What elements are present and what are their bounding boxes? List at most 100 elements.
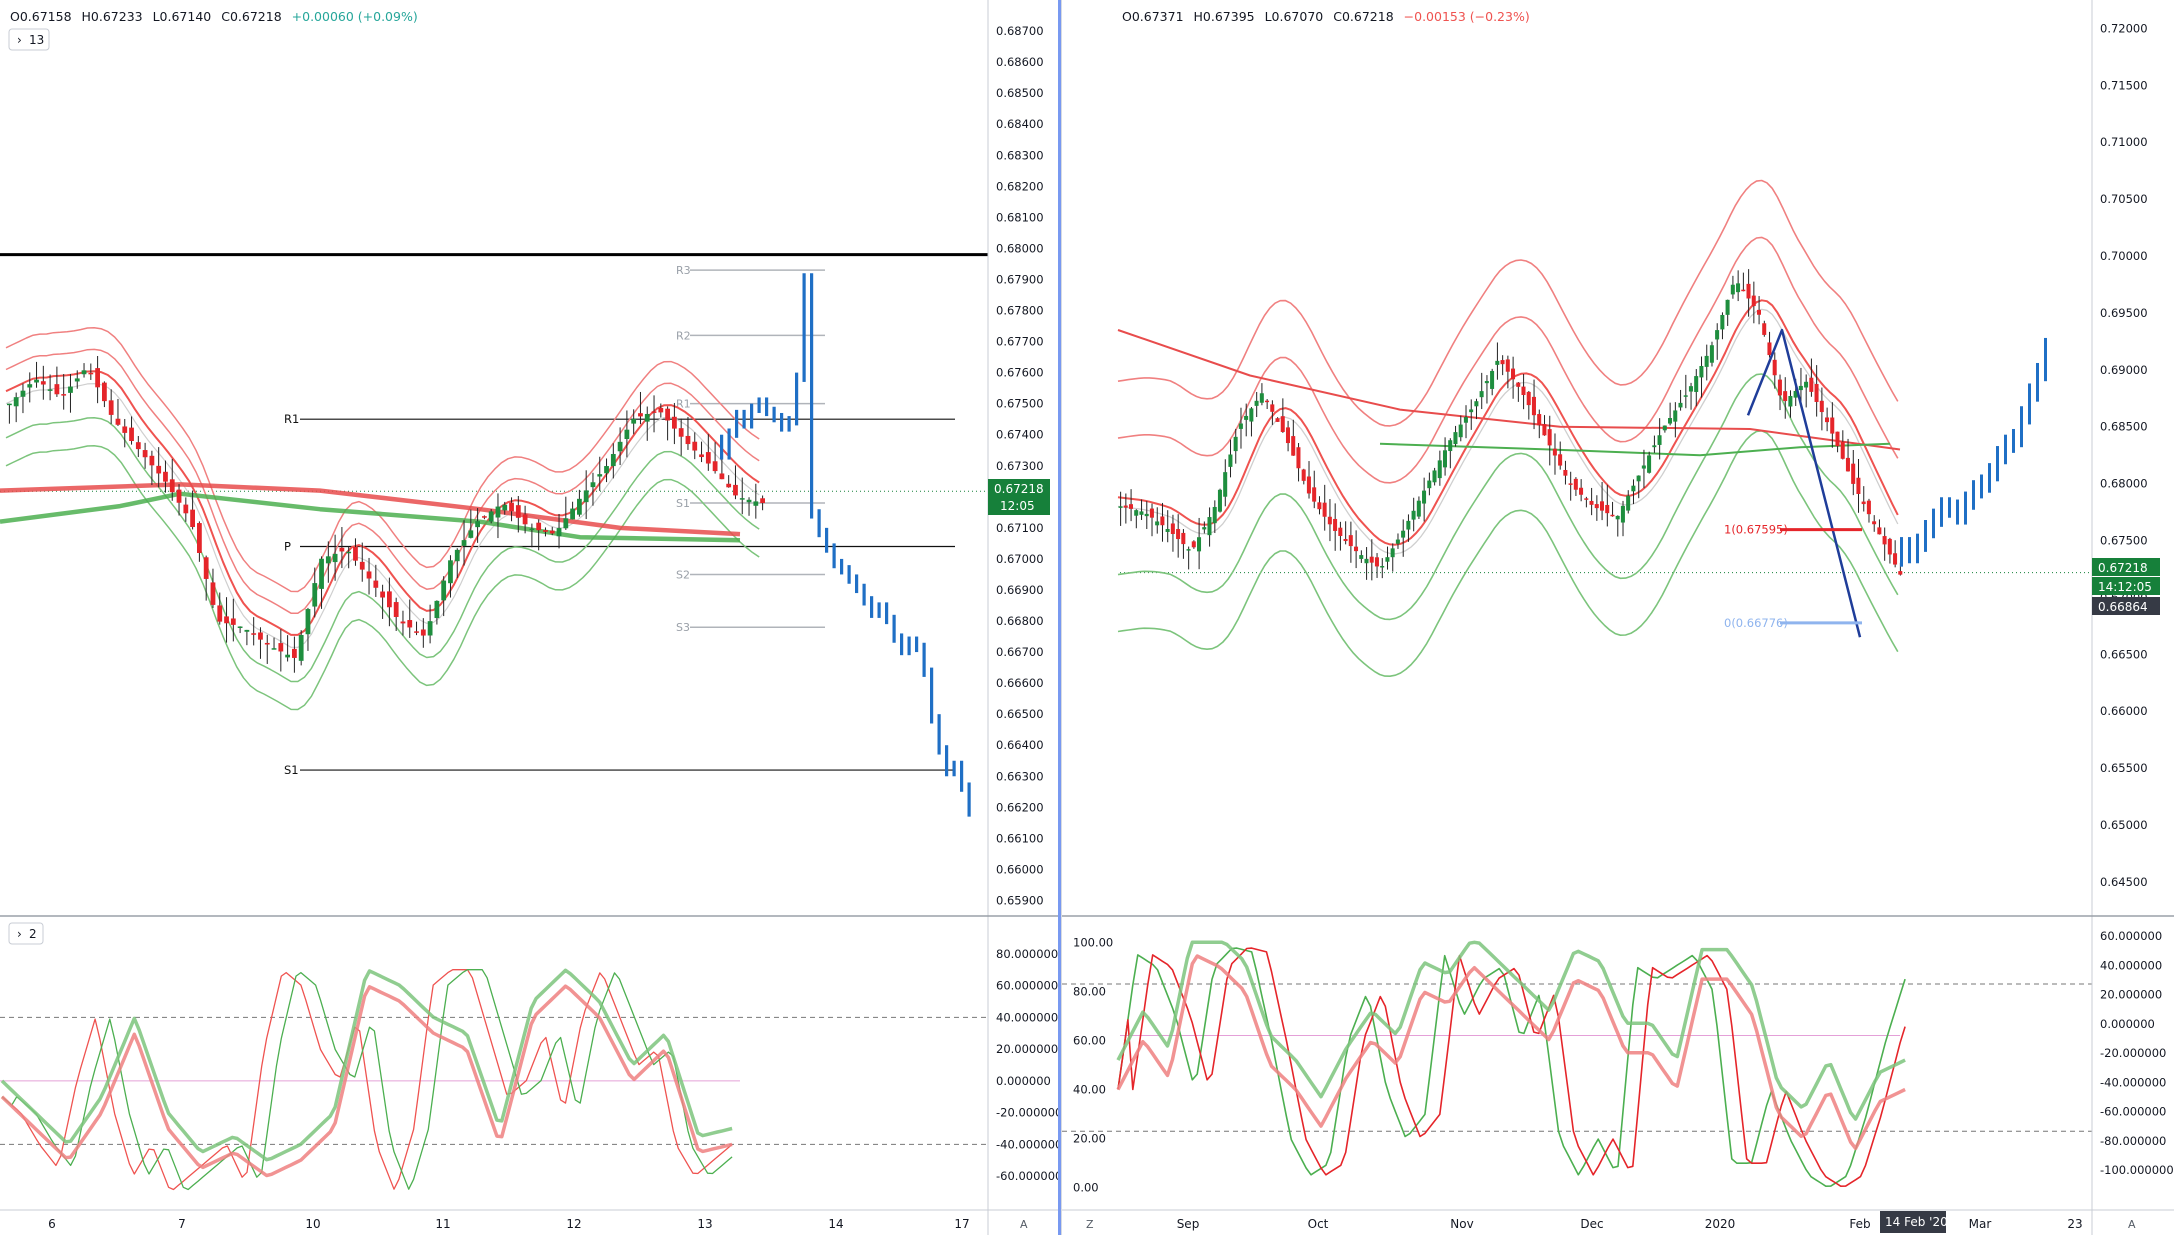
svg-text:0.66864: 0.66864 bbox=[2098, 600, 2148, 614]
candle-body bbox=[434, 600, 440, 619]
collapse-oscillator-button[interactable]: › 2 bbox=[8, 922, 44, 945]
candle-body bbox=[1348, 535, 1353, 547]
candle-body bbox=[1845, 457, 1850, 472]
candle-body bbox=[604, 466, 609, 474]
candle-body bbox=[115, 418, 121, 425]
projection-bar bbox=[1924, 520, 1927, 552]
candle-body bbox=[712, 461, 718, 472]
price-tick-label: 0.68400 bbox=[996, 117, 1044, 131]
candle-body bbox=[638, 413, 643, 417]
candle-body bbox=[319, 558, 324, 589]
right-osc-axis[interactable]: 60.000000 40.000000 20.000000 0.000000 -20.0… bbox=[2100, 929, 2174, 1177]
candle-body bbox=[1563, 469, 1568, 476]
projection-bar bbox=[922, 642, 926, 677]
candle-body bbox=[1668, 418, 1673, 424]
osc-tick-label: -20.000000 bbox=[996, 1106, 1062, 1120]
price-tick-label: 0.66700 bbox=[996, 645, 1044, 659]
projection-bar bbox=[1964, 491, 1967, 525]
svg-text:12:05: 12:05 bbox=[1000, 499, 1035, 513]
candle-body bbox=[1479, 391, 1484, 398]
right-price-axis[interactable]: 0.72000 0.71500 0.71000 0.70500 0.70000 0.695… bbox=[2100, 21, 2148, 888]
candle-body bbox=[488, 511, 494, 522]
candle-body bbox=[1301, 469, 1306, 481]
osc-slow-red bbox=[1116, 954, 1906, 1151]
candle-body bbox=[278, 643, 284, 652]
candle-body bbox=[441, 580, 447, 601]
candle-body bbox=[1474, 401, 1479, 407]
candle-body bbox=[719, 473, 725, 480]
price-tick-label: 0.69000 bbox=[2100, 363, 2148, 377]
left-price-plot-area[interactable] bbox=[0, 0, 988, 916]
candle-body bbox=[1275, 418, 1280, 422]
candle-body bbox=[1751, 295, 1756, 307]
candle-body bbox=[1453, 432, 1458, 445]
candle-body bbox=[515, 505, 521, 518]
candle-body bbox=[1741, 289, 1746, 292]
projection-bar bbox=[742, 409, 746, 429]
candle-body bbox=[577, 498, 582, 515]
candle-body bbox=[1191, 541, 1196, 548]
projection-bar bbox=[1980, 474, 1983, 499]
candle-body bbox=[407, 620, 413, 628]
left-time-axis[interactable]: 6 7 10 11 12 13 14 17 bbox=[48, 1217, 969, 1231]
candle-body bbox=[1704, 355, 1709, 367]
projection-bar bbox=[892, 614, 896, 643]
candle-body bbox=[1170, 523, 1175, 535]
candle-body bbox=[353, 547, 358, 561]
candle-body bbox=[142, 450, 148, 458]
chart-workspace[interactable]: R3 R2 R1 S1 S2 S3 0.68700 0.68600 0.68500 0.6840… bbox=[0, 0, 2174, 1235]
candle-body bbox=[1804, 381, 1809, 388]
candle-body bbox=[1694, 376, 1699, 392]
candle-body bbox=[190, 509, 195, 528]
right-chart-panel[interactable]: 1(0.67595) 0(0.66776) 0.72000 0.71500 0.710… bbox=[1062, 0, 2174, 1235]
candle-body bbox=[1647, 455, 1652, 473]
price-tick-label: 0.71000 bbox=[2100, 135, 2148, 149]
candle-body bbox=[746, 499, 752, 503]
candle-body bbox=[400, 621, 406, 624]
projection-bar bbox=[2028, 383, 2031, 425]
candle-body bbox=[1882, 536, 1887, 545]
right-price-plot-area[interactable] bbox=[1062, 0, 2092, 916]
candle-body bbox=[1280, 416, 1285, 432]
price-tick-label: 0.70000 bbox=[2100, 249, 2148, 263]
left-price-axis[interactable]: 0.68700 0.68600 0.68500 0.68400 0.68300 0.682… bbox=[996, 24, 1044, 907]
candle-body bbox=[1202, 527, 1207, 530]
osc-left-tick-label: 40.00 bbox=[1073, 1083, 1106, 1097]
left-oscillator-plot-area[interactable] bbox=[0, 916, 988, 1210]
candle-body bbox=[1736, 283, 1741, 293]
collapse-indicators-button[interactable]: › 13 bbox=[8, 28, 50, 51]
right-auto-scale-button[interactable]: A bbox=[2128, 1218, 2136, 1231]
price-tick-label: 0.66500 bbox=[2100, 647, 2148, 661]
candle-body bbox=[1118, 506, 1123, 508]
osc-tick-label: 40.000000 bbox=[2100, 958, 2162, 972]
candle-body bbox=[74, 378, 80, 382]
candle-body bbox=[271, 648, 277, 650]
left-chart-panel[interactable]: R3 R2 R1 S1 S2 S3 0.68700 0.68600 0.68500 0.6840… bbox=[0, 0, 1062, 1235]
left-auto-scale-button[interactable]: A bbox=[1020, 1218, 1028, 1231]
candle-body bbox=[1599, 501, 1604, 511]
candle-body bbox=[359, 561, 365, 570]
candle-body bbox=[1317, 502, 1322, 510]
price-tick-label: 0.66000 bbox=[2100, 704, 2148, 718]
price-tick-label: 0.64500 bbox=[2100, 875, 2148, 889]
candle-body bbox=[1442, 450, 1447, 468]
svg-text:14:12:05: 14:12:05 bbox=[2098, 580, 2152, 594]
projection-bar bbox=[765, 397, 769, 417]
candle-body bbox=[1861, 501, 1866, 505]
candle-body bbox=[1500, 360, 1505, 365]
projection-bar bbox=[772, 406, 776, 423]
price-tick-label: 0.67000 bbox=[996, 552, 1044, 566]
price-tick-label: 0.67500 bbox=[2100, 533, 2148, 547]
osc-left-tick-label: 20.00 bbox=[1073, 1132, 1106, 1146]
right-left-scale-button[interactable]: Z bbox=[1086, 1218, 1094, 1231]
svg-text:A: A bbox=[2128, 1218, 2136, 1231]
time-tick-label: 17 bbox=[954, 1217, 969, 1231]
candle-body bbox=[468, 530, 474, 538]
candle-body bbox=[332, 553, 338, 563]
left-osc-axis[interactable]: 80.000000 60.000000 40.000000 20.000000 0.00… bbox=[996, 947, 1062, 1183]
candle-body bbox=[482, 516, 487, 518]
projection-bar bbox=[1988, 463, 1991, 493]
candle-body bbox=[1798, 385, 1803, 391]
candle-body bbox=[658, 407, 664, 413]
candle-body bbox=[1636, 475, 1641, 482]
